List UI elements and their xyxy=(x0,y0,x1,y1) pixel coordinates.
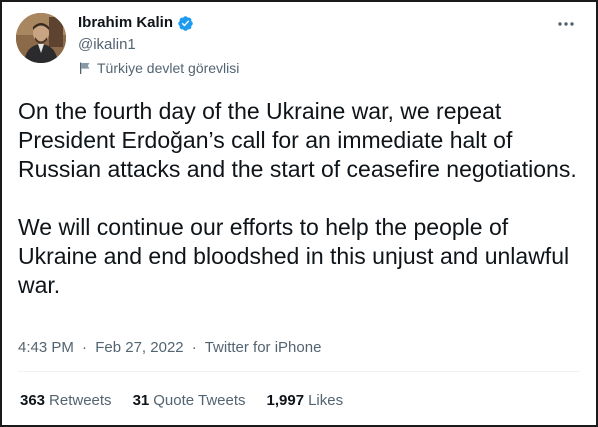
author-name[interactable]: Ibrahim Kalin xyxy=(78,14,173,32)
tweet-meta: 4:43 PM · Feb 27, 2022 · Twitter for iPh… xyxy=(18,339,321,357)
verified-badge-icon xyxy=(178,15,193,31)
account-label-text: Türkiye devlet görevlisi xyxy=(97,60,240,76)
likes-count: 1,997 xyxy=(266,392,305,409)
account-label: Türkiye devlet görevlisi xyxy=(78,59,239,77)
tweet-date[interactable]: Feb 27, 2022 xyxy=(95,339,183,356)
divider xyxy=(18,371,580,372)
more-options-button[interactable] xyxy=(554,14,578,34)
tweet-text: On the fourth day of the Ukraine war, we… xyxy=(18,97,588,300)
avatar-image xyxy=(16,13,66,63)
flag-icon xyxy=(80,62,90,74)
quote-tweets-label: Quote Tweets xyxy=(153,392,246,409)
more-options-icon xyxy=(558,22,574,26)
retweets-count: 363 xyxy=(20,392,46,409)
likes-stat[interactable]: 1,997 Likes xyxy=(267,392,344,410)
tweet-card: Ibrahim Kalin @ikalin1 Türkiye devlet gö… xyxy=(0,0,598,427)
retweets-label: Retweets xyxy=(49,392,112,409)
likes-label: Likes xyxy=(308,392,344,409)
author-name-row[interactable]: Ibrahim Kalin xyxy=(78,14,194,32)
meta-separator: · xyxy=(82,339,88,356)
tweet-time[interactable]: 4:43 PM xyxy=(18,339,74,356)
tweet-paragraph: We will continue our efforts to help the… xyxy=(18,214,570,298)
meta-separator: · xyxy=(191,339,197,356)
quote-tweets-stat[interactable]: 31 Quote Tweets xyxy=(133,392,246,410)
author-handle[interactable]: @ikalin1 xyxy=(78,36,136,54)
tweet-paragraph: On the fourth day of the Ukraine war, we… xyxy=(18,98,577,182)
retweets-stat[interactable]: 363 Retweets xyxy=(20,392,112,410)
quote-tweets-count: 31 xyxy=(132,392,150,409)
tweet-source[interactable]: Twitter for iPhone xyxy=(205,339,322,356)
avatar[interactable] xyxy=(16,13,66,63)
tweet-stats: 363 Retweets 31 Quote Tweets 1,997 Likes xyxy=(20,392,364,410)
